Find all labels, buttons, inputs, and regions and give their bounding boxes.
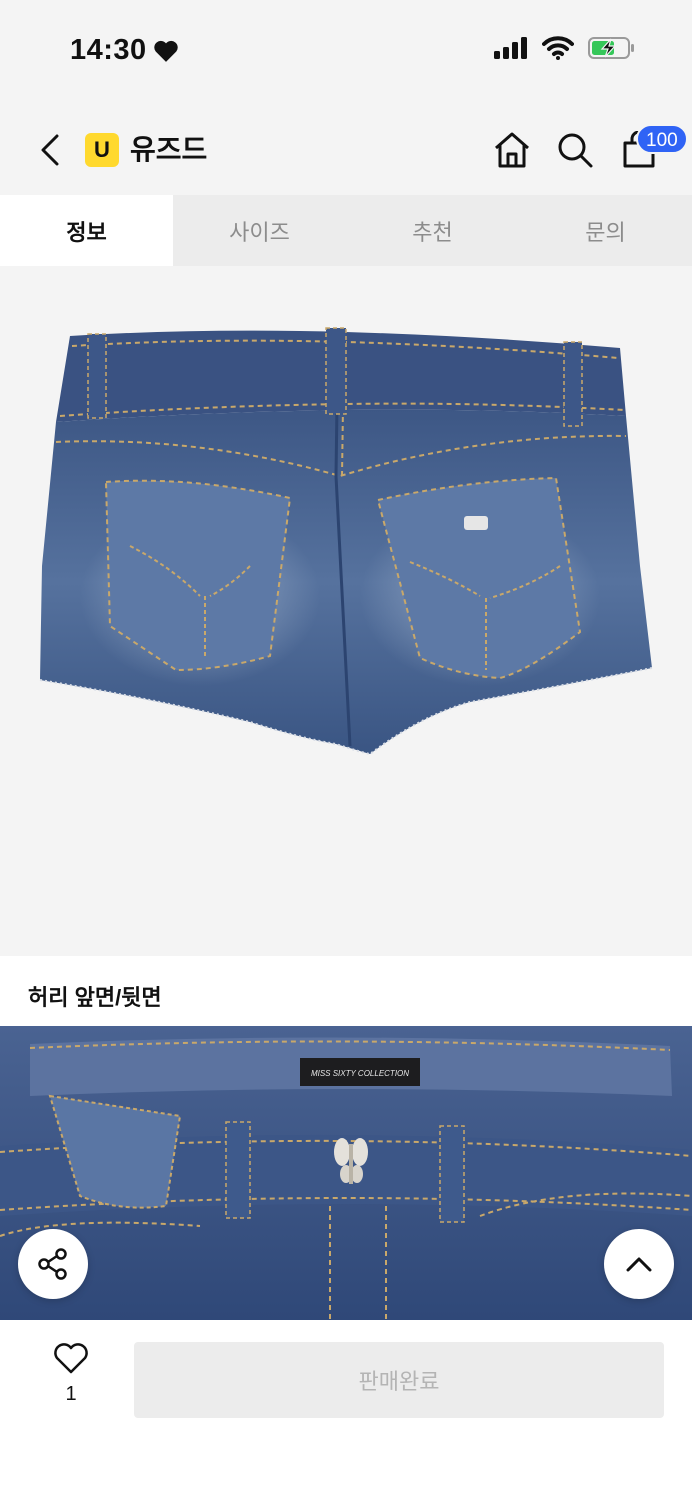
wifi-icon (542, 36, 574, 60)
like-count: 1 (65, 1383, 77, 1405)
status-time: 14:30 (70, 34, 147, 66)
image-caption: 허리 앞면/뒷면 (0, 956, 692, 1026)
scroll-top-button[interactable] (604, 1229, 674, 1299)
brand-logo[interactable]: U (85, 133, 119, 167)
bottom-action-bar: 1 판매완료 (0, 1320, 692, 1500)
denim-shorts-image (39, 327, 653, 756)
product-image[interactable] (0, 266, 692, 956)
share-icon (38, 1248, 67, 1280)
like-button[interactable]: 1 (46, 1342, 96, 1406)
share-button[interactable] (18, 1229, 88, 1299)
svg-text:MISS SIXTY COLLECTION: MISS SIXTY COLLECTION (311, 1069, 409, 1078)
signal-icon (494, 37, 527, 59)
brand-name[interactable]: 유즈드 (130, 133, 207, 167)
caption-text: 허리 앞면/뒷면 (28, 985, 162, 1010)
home-button[interactable] (490, 128, 534, 172)
cart-count-badge: 100 (636, 124, 688, 154)
tab-info[interactable]: 정보 (0, 195, 173, 266)
status-bar: 14:30 (0, 0, 692, 100)
sold-out-button[interactable]: 판매완료 (134, 1342, 664, 1418)
heart-status-icon (153, 40, 178, 62)
home-icon (495, 132, 529, 168)
battery-charging-icon (588, 37, 634, 59)
tab-size[interactable]: 사이즈 (173, 195, 346, 266)
back-button[interactable] (30, 130, 70, 170)
brand-label: MISS SIXTY COLLECTION (300, 1058, 420, 1086)
denim-waist-front-image: MISS SIXTY COLLECTION (0, 1026, 692, 1320)
tab-recommend[interactable]: 추천 (346, 195, 519, 266)
detail-image[interactable]: MISS SIXTY COLLECTION (0, 1026, 692, 1320)
search-icon (558, 133, 593, 168)
app-header: U 유즈드 (0, 100, 692, 195)
search-button[interactable] (553, 128, 597, 172)
heart-icon (54, 1343, 88, 1374)
tab-inquiry[interactable]: 문의 (519, 195, 692, 266)
chevron-left-icon (41, 134, 59, 166)
product-tabs: 정보 사이즈 추천 문의 (0, 195, 692, 266)
chevron-up-icon (626, 1257, 652, 1272)
